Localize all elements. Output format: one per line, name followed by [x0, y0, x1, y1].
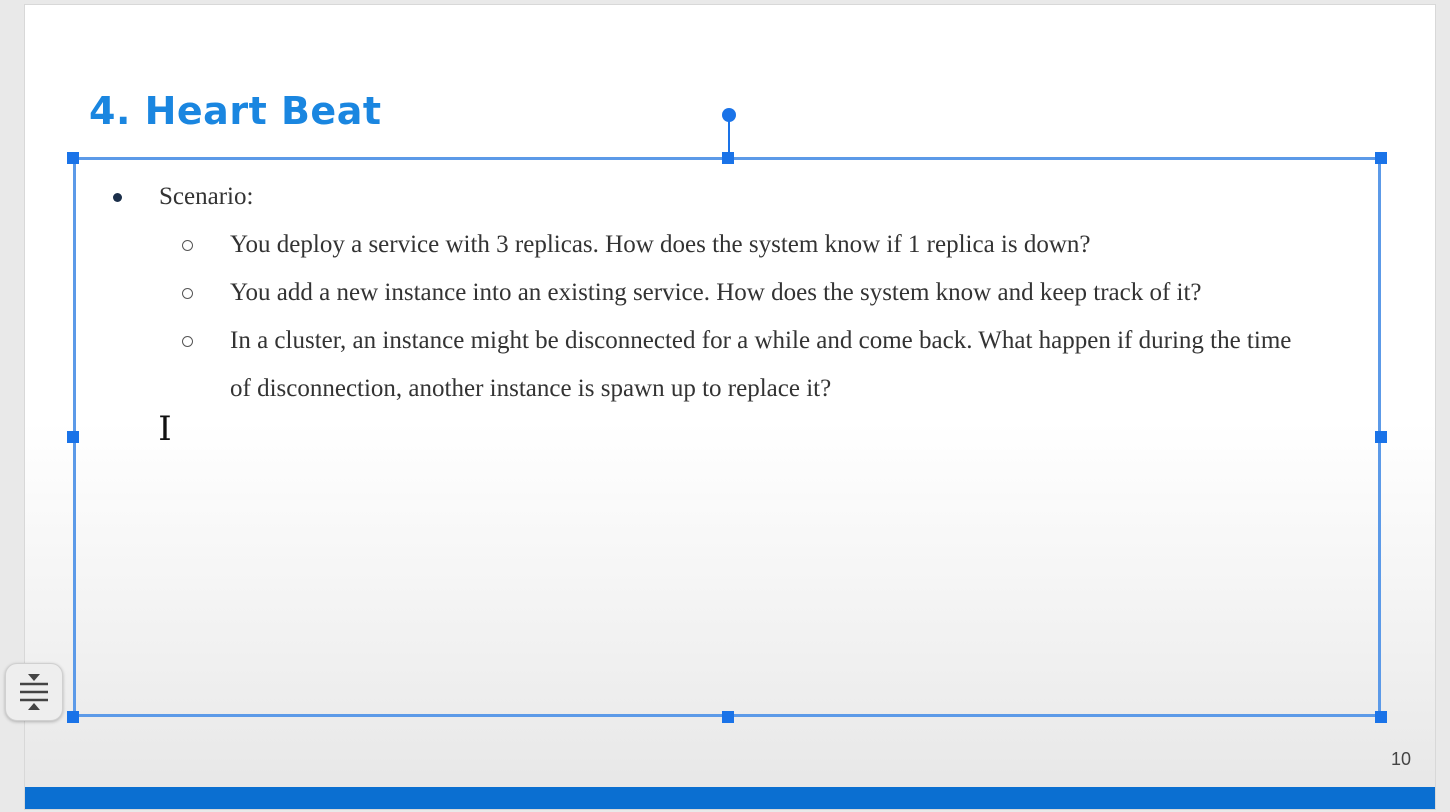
list-item: In a cluster, an instance might be disco…	[105, 317, 1385, 413]
hollow-bullet-icon	[182, 336, 193, 347]
resize-handle-bottom-right[interactable]	[1375, 711, 1387, 723]
text-cursor-icon: I	[158, 409, 172, 449]
filled-bullet-icon	[113, 193, 122, 202]
footer-accent-bar	[25, 787, 1435, 809]
slide-canvas: 4. Heart Beat Scenario: You deploy a ser…	[5, 4, 1436, 810]
slide-title[interactable]: 4. Heart Beat	[89, 89, 382, 133]
rotate-connector	[728, 117, 730, 153]
scenario-item-1: You deploy a service with 3 replicas. Ho…	[230, 231, 1091, 258]
resize-handle-top[interactable]	[722, 152, 734, 164]
text-box-content[interactable]: Scenario: You deploy a service with 3 re…	[105, 173, 1385, 413]
collapse-vertical-icon	[20, 674, 48, 710]
list-item: Scenario:	[105, 173, 1385, 221]
page-number: 10	[1390, 749, 1411, 769]
collapse-vertical-button[interactable]	[5, 663, 63, 721]
resize-handle-top-right[interactable]	[1375, 152, 1387, 164]
resize-handle-right[interactable]	[1375, 431, 1387, 443]
list-item: You add a new instance into an existing …	[105, 269, 1385, 317]
scenario-heading: Scenario:	[159, 183, 254, 210]
scenario-item-3: In a cluster, an instance might be disco…	[230, 327, 1292, 402]
resize-handle-left[interactable]	[67, 431, 79, 443]
list-item: You deploy a service with 3 replicas. Ho…	[105, 221, 1385, 269]
resize-handle-top-left[interactable]	[67, 152, 79, 164]
resize-handle-bottom-left[interactable]	[67, 711, 79, 723]
scenario-item-2: You add a new instance into an existing …	[230, 279, 1202, 306]
hollow-bullet-icon	[182, 240, 193, 251]
resize-handle-bottom[interactable]	[722, 711, 734, 723]
hollow-bullet-icon	[182, 288, 193, 299]
rotate-handle[interactable]	[722, 108, 736, 122]
